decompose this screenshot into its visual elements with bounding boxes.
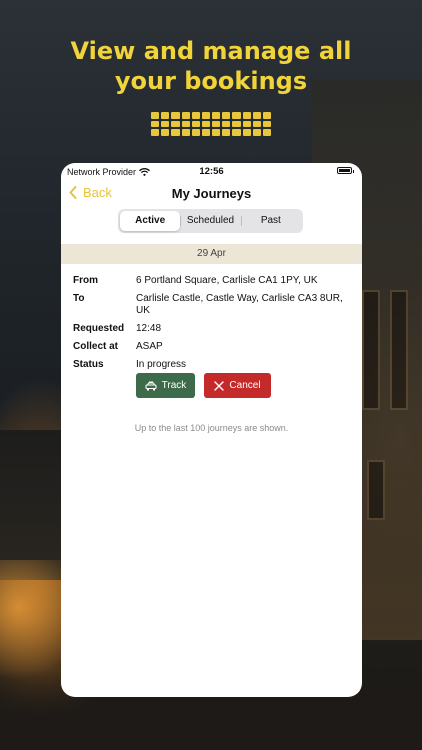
promo-headline-line2: your bookings: [114, 67, 308, 95]
tread-block: [171, 129, 180, 136]
detail-value: Carlisle Castle, Castle Way, Carlisle CA…: [136, 293, 343, 316]
tread-block: [262, 112, 271, 119]
tread-block: [201, 129, 210, 136]
detail-row-requested: Requested 12:48: [73, 323, 353, 335]
tread-block: [191, 129, 200, 136]
status-bar: Network Provider 12:56: [61, 163, 362, 181]
building-window: [390, 290, 408, 410]
track-label: Track: [161, 380, 187, 391]
navigation-bar: Back My Journeys: [61, 181, 362, 206]
building-window: [367, 460, 385, 520]
journey-date-header: 29 Apr: [61, 244, 362, 264]
tab-scheduled[interactable]: Scheduled: [180, 211, 240, 231]
status-value: In progress: [136, 359, 187, 370]
tread-block: [161, 112, 170, 119]
tread-block: [181, 120, 190, 128]
tread-block: [262, 129, 271, 136]
journey-limit-note: Up to the last 100 journeys are shown.: [134, 423, 289, 433]
detail-value: 12:48: [136, 323, 162, 334]
tyre-tread-icon: [151, 112, 271, 136]
page-title: My Journeys: [171, 186, 252, 201]
tread-block: [252, 120, 261, 128]
tread-block: [161, 120, 170, 128]
battery-icon: [337, 167, 354, 174]
tread-block: [232, 120, 241, 128]
promo-headline: View and manage all your bookings: [0, 36, 422, 96]
close-icon: [214, 380, 225, 391]
tab-past[interactable]: Past: [240, 211, 301, 231]
cancel-label: Cancel: [229, 380, 261, 391]
tread-block: [242, 120, 251, 128]
tread-block: [252, 129, 261, 136]
tread-block: [201, 112, 210, 119]
tread-block: [191, 112, 200, 119]
phone-screen: Network Provider 12:56 Back My Journeys …: [61, 163, 362, 697]
tread-block: [201, 120, 210, 128]
tread-block: [212, 129, 221, 136]
tread-block: [161, 129, 170, 136]
tab-active[interactable]: Active: [120, 211, 181, 231]
background-building-left: [0, 430, 62, 580]
detail-row-to: To Carlisle Castle, Castle Way, Carlisle…: [73, 293, 353, 317]
tread-block: [232, 112, 241, 119]
detail-label: Collect at: [73, 341, 119, 352]
track-button[interactable]: Track: [136, 373, 195, 398]
tread-block: [171, 112, 180, 119]
detail-label: Status: [73, 359, 104, 370]
taxi-icon: [145, 381, 157, 390]
cancel-button[interactable]: Cancel: [204, 373, 271, 398]
tread-block: [151, 129, 160, 136]
detail-value: 6 Portland Square, Carlisle CA1 1PY, UK: [136, 275, 318, 286]
tread-block: [232, 129, 241, 136]
status-time: 12:56: [199, 166, 224, 177]
detail-row-collect-at: Collect at ASAP: [73, 341, 353, 353]
tread-block: [151, 112, 160, 119]
building-window: [362, 290, 380, 410]
tread-block: [242, 112, 251, 119]
tread-block: [212, 120, 221, 128]
tread-block: [151, 120, 160, 128]
tread-block: [242, 129, 251, 136]
tread-block: [191, 120, 200, 128]
detail-label: Requested: [73, 323, 125, 334]
tread-block: [212, 112, 221, 119]
tread-block: [222, 129, 231, 136]
detail-label: From: [73, 275, 98, 286]
detail-value: ASAP: [136, 341, 163, 352]
tread-block: [171, 120, 180, 128]
tread-block: [252, 112, 261, 119]
detail-row-from: From 6 Portland Square, Carlisle CA1 1PY…: [73, 275, 353, 287]
journey-details: From 6 Portland Square, Carlisle CA1 1PY…: [73, 275, 353, 377]
tread-block: [181, 129, 190, 136]
journey-actions: Track Cancel: [136, 373, 271, 398]
tread-block: [222, 112, 231, 119]
promo-headline-line1: View and manage all: [70, 37, 352, 65]
tread-block: [222, 120, 231, 128]
tread-block: [262, 120, 271, 128]
detail-row-status: Status In progress: [73, 359, 353, 371]
detail-label: To: [73, 293, 85, 304]
tread-block: [181, 112, 190, 119]
journey-tabs: Active Scheduled Past: [118, 209, 303, 233]
